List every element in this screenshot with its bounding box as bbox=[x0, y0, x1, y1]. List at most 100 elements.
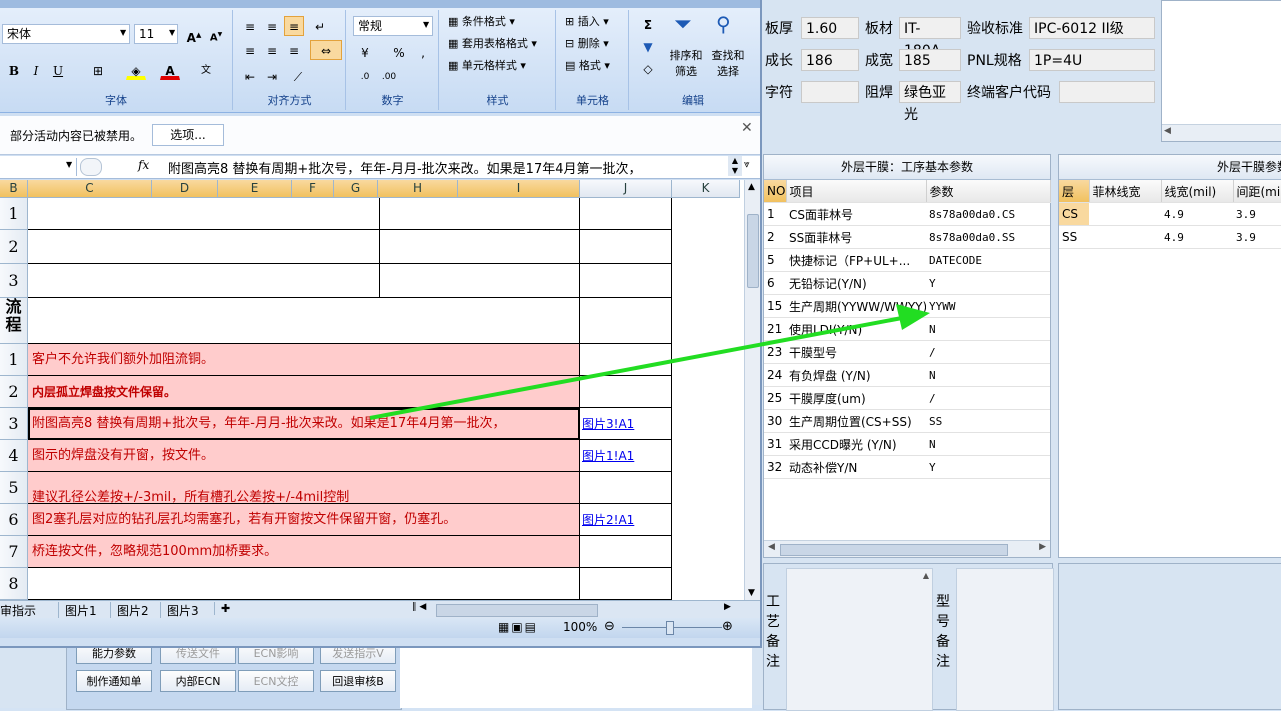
link-cell[interactable] bbox=[580, 298, 672, 344]
close-icon[interactable]: ✕ bbox=[741, 120, 753, 136]
row-header[interactable]: 5 bbox=[0, 472, 28, 504]
bold-icon[interactable]: B bbox=[4, 60, 24, 80]
zoom-in-icon[interactable]: ⊕ bbox=[722, 619, 733, 634]
col-header[interactable]: 菲林线宽 bbox=[1089, 180, 1162, 203]
number-format-select[interactable]: 常规 bbox=[353, 16, 433, 36]
worksheet-cell[interactable] bbox=[28, 230, 380, 264]
worksheet-cell[interactable] bbox=[28, 264, 380, 298]
link-cell[interactable] bbox=[580, 376, 672, 408]
row-param[interactable]: / bbox=[926, 340, 1050, 364]
selected-cell[interactable]: 附图高亮8 替换有周期+批次号，年年-月月-批次来改。如果是17年4月第一批次， bbox=[28, 408, 580, 440]
link-cell[interactable] bbox=[580, 472, 672, 504]
table-row[interactable]: 23 干膜型号 / bbox=[764, 340, 1050, 364]
worksheet-cell[interactable]: 建议孔径公差按+/-3mil，所有槽孔公差按+/-4mil控制 bbox=[28, 472, 580, 504]
table-row[interactable]: 25 干膜厚度(um) / bbox=[764, 386, 1050, 410]
find-select-button[interactable]: 查找和选择 bbox=[708, 48, 748, 80]
increase-decimal-icon[interactable]: .0 bbox=[355, 66, 375, 86]
expand-formula-icon[interactable]: ⩔ bbox=[744, 159, 750, 170]
sort-filter-icon[interactable]: ⏷ bbox=[674, 12, 692, 37]
align-right-icon[interactable]: ≡ bbox=[284, 40, 304, 60]
column-header[interactable]: H bbox=[378, 180, 458, 198]
scroll-up-icon[interactable]: ▲ bbox=[748, 182, 755, 192]
row-width[interactable]: 4.9 bbox=[1161, 225, 1233, 249]
craft-notes-textarea[interactable]: ▲ bbox=[786, 568, 933, 711]
find-select-icon[interactable]: ⚲ bbox=[716, 12, 731, 36]
app-button[interactable]: 回退审核B bbox=[320, 670, 396, 692]
zoom-slider-thumb[interactable] bbox=[666, 621, 674, 635]
column-header[interactable]: I bbox=[458, 180, 580, 198]
col-header[interactable]: 间距(mil bbox=[1233, 180, 1281, 203]
align-bottom-icon[interactable]: ≡ bbox=[284, 16, 304, 36]
field-value[interactable]: IT-180A bbox=[899, 17, 961, 59]
sheet-tab[interactable]: 图片1 bbox=[58, 602, 97, 619]
chevron-down-icon[interactable]: ▼ bbox=[120, 28, 126, 37]
table-row[interactable]: 24 有负焊盘 (Y/N) N bbox=[764, 363, 1050, 387]
wrap-text-icon[interactable]: ↵ bbox=[310, 16, 330, 36]
row-header[interactable]: 3 bbox=[0, 408, 28, 440]
scroll-right-icon[interactable]: ▶ bbox=[1039, 542, 1046, 552]
table-row[interactable]: 5 快捷标记（FP+UL+... DATECODE bbox=[764, 248, 1050, 272]
top-right-list[interactable]: ◀ bbox=[1161, 0, 1281, 142]
insert-button[interactable]: ⊞ 插入 ▾ bbox=[565, 12, 609, 32]
horizontal-scrollbar[interactable]: ◀ ▶ bbox=[764, 540, 1050, 557]
currency-icon[interactable]: ¥ bbox=[355, 42, 375, 62]
table-row[interactable]: 1 CS面菲林号 8s78a00da0.CS bbox=[764, 202, 1050, 226]
link-cell[interactable] bbox=[580, 536, 672, 568]
column-header[interactable]: G bbox=[334, 180, 378, 198]
row-header[interactable]: 3 bbox=[0, 264, 28, 298]
format-button[interactable]: ▤ 格式 ▾ bbox=[565, 56, 610, 76]
worksheet-cell[interactable]: 图2塞孔层对应的钻孔层孔均需塞孔，若有开窗按文件保留开窗，仍塞孔。 bbox=[28, 504, 580, 536]
column-header[interactable]: J bbox=[580, 180, 672, 198]
row-param[interactable]: N bbox=[926, 363, 1050, 387]
row-header[interactable]: 6 bbox=[0, 504, 28, 536]
hyperlink[interactable]: 图片3!A1 bbox=[582, 417, 634, 431]
app-button[interactable]: ECN文控 bbox=[238, 670, 314, 692]
clear-icon[interactable]: ◇ bbox=[638, 58, 658, 78]
row-header[interactable]: 8 bbox=[0, 568, 28, 600]
worksheet-cell[interactable] bbox=[580, 198, 672, 230]
worksheet-grid[interactable]: B C D E F G H I J K 1 2 3 流程 1 客户不允许我们额外加阻流铜。 2 内层孤立焊盘按文件… bbox=[0, 180, 744, 600]
field-value[interactable] bbox=[801, 81, 859, 103]
column-header[interactable]: D bbox=[152, 180, 218, 198]
app-button[interactable]: 制作通知单 bbox=[76, 670, 152, 692]
row-param[interactable]: N bbox=[926, 432, 1050, 456]
name-box[interactable]: ▼ bbox=[0, 158, 77, 176]
table-row[interactable]: 31 采用CCD曝光 (Y/N) N bbox=[764, 432, 1050, 456]
worksheet-cell[interactable] bbox=[380, 198, 580, 230]
worksheet-cell[interactable] bbox=[380, 264, 580, 298]
row-header[interactable]: 7 bbox=[0, 536, 28, 568]
table-row[interactable]: CS 4.9 3.9 bbox=[1059, 202, 1281, 226]
col-param-header[interactable]: 参数 bbox=[926, 180, 1051, 203]
model-notes-textarea[interactable] bbox=[956, 568, 1054, 711]
table-row[interactable]: 2 SS面菲林号 8s78a00da0.SS bbox=[764, 225, 1050, 249]
field-value[interactable]: 186 bbox=[801, 49, 859, 71]
field-value[interactable] bbox=[1059, 81, 1155, 103]
comma-icon[interactable]: , bbox=[413, 42, 433, 62]
chevron-down-icon[interactable]: ▼ bbox=[66, 160, 72, 169]
worksheet-cell[interactable] bbox=[28, 568, 580, 600]
row-header[interactable]: 1 bbox=[0, 344, 28, 376]
scroll-thumb[interactable] bbox=[780, 544, 1008, 556]
decrease-decimal-icon[interactable]: .00 bbox=[379, 66, 399, 86]
field-value[interactable]: 绿色亚光 bbox=[899, 81, 961, 123]
chevron-down-icon[interactable]: ▼ bbox=[169, 28, 175, 37]
fill-color-icon[interactable]: ◈ bbox=[126, 60, 146, 80]
app-button[interactable]: 内部ECN bbox=[160, 670, 236, 692]
column-header[interactable]: C bbox=[28, 180, 152, 198]
scroll-left-icon[interactable]: ◀ bbox=[1164, 126, 1171, 136]
sheet-tab[interactable]: 图片3 bbox=[160, 602, 199, 619]
border-icon[interactable]: ⊞ bbox=[88, 60, 108, 80]
table-row[interactable]: 30 生产周期位置(CS+SS) SS bbox=[764, 409, 1050, 433]
horizontal-scroll-thumb[interactable] bbox=[436, 604, 598, 617]
col-header[interactable]: 层 bbox=[1059, 180, 1090, 203]
formula-content[interactable]: 附图高亮8 替换有周期+批次号，年年-月月-批次来改。如果是17年4月第一批次， bbox=[168, 158, 642, 177]
zoom-level[interactable]: 100% bbox=[563, 620, 597, 634]
shrink-font-icon[interactable]: A▼ bbox=[206, 24, 226, 44]
row-film[interactable] bbox=[1089, 225, 1161, 249]
field-value[interactable]: 185 bbox=[899, 49, 961, 71]
italic-icon[interactable]: I bbox=[26, 60, 46, 80]
table-row[interactable]: SS 4.9 3.9 bbox=[1059, 225, 1281, 249]
row-param[interactable]: N bbox=[926, 317, 1050, 341]
delete-button[interactable]: ⊟ 删除 ▾ bbox=[565, 34, 609, 54]
row-param[interactable]: 8s78a00da0.SS bbox=[926, 225, 1050, 249]
